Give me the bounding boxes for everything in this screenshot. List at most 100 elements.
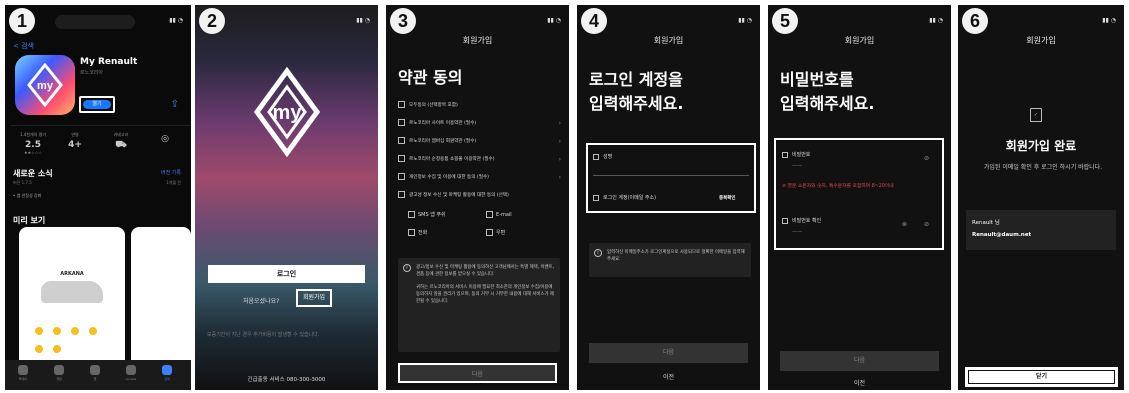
info-text: 광고/정보 수신 및 마케팅 활용에 동의하신 고객님께서는 특별 혜택, 이벤… (416, 265, 555, 277)
prev-button[interactable]: 이전 (768, 378, 951, 387)
eye-off-icon[interactable]: ⊘ (924, 155, 929, 162)
email-info-box: i 입력하신 이메일주소가 로그인계정으로 사용되므로 정확한 이메일을 입력해… (589, 243, 751, 277)
tab-today[interactable]: 투데이 (11, 365, 35, 381)
svg-text:my: my (273, 102, 303, 124)
news-date: 1개월 전 (166, 180, 181, 185)
open-label: 열기 (83, 100, 111, 109)
warranty-notice: 보증기간이 지난 경우 추가비용이 발생할 수 있습니다. (207, 332, 320, 338)
menu-dot (35, 345, 43, 353)
checkbox-all[interactable]: 모두동의 (선택항목 포함) (398, 101, 561, 113)
share-icon[interactable]: ⇪ (171, 99, 179, 110)
password-field[interactable]: 비밀번호 (782, 151, 810, 158)
svg-text:my: my (37, 80, 54, 92)
info-text: 입력하신 이메일주소가 로그인계정으로 사용되므로 정확한 이메일을 입력해주세… (607, 250, 745, 262)
page-heading: 입력해주세요. (780, 94, 875, 113)
checkbox-shop-terms[interactable]: 르노코리아 순정용품 쇼핑몰 이용약관 (필수) › (398, 155, 561, 167)
preview-screenshot[interactable] (131, 227, 191, 373)
info-icon: i (403, 264, 411, 272)
screen-title: 회원가입 (1026, 36, 1056, 45)
page-heading: 입력해주세요. (589, 94, 684, 113)
tab-games[interactable]: 게임 (47, 365, 71, 381)
stat-developer: ◎ (161, 134, 169, 144)
screen-title: 회원가입 (653, 36, 684, 45)
next-button[interactable]: 다음 (780, 351, 939, 371)
person-icon (593, 153, 599, 160)
stat-category: 카테고리 ⛟ (113, 132, 129, 150)
email-field[interactable]: 로그인 계정(이메일 주소) (593, 194, 656, 201)
tab-bar: 투데이 게임 앱 Arcade 검색 (5, 360, 191, 390)
news-version: 버전 1.7.5 (13, 180, 32, 185)
password-screen: 5 ▮▮ ◔ 회원가입 비밀번호를 입력해주세요. 비밀번호 —— ⊘ ⊘ 영문… (768, 5, 951, 390)
checkbox-mail[interactable]: 우편 (486, 229, 505, 236)
page-heading: 약관 동의 (398, 68, 463, 87)
app-icon: my (15, 55, 75, 115)
status-bar: ▮▮ ◔ (738, 17, 752, 24)
login-button[interactable]: 로그인 (208, 265, 365, 283)
stat-rating: 1.4천개의 평가 2.5 ★★☆☆☆ (19, 132, 47, 155)
lock-icon (782, 217, 788, 224)
car-image (41, 281, 103, 303)
terms-screen: 3 ▮▮ ◔ 회원가입 약관 동의 모두동의 (선택항목 포함) 르노코리아 사… (386, 5, 569, 390)
password-error: ⊘ 영문 소문자와 숫자, 특수문자를 포함하여 8~20이내 (782, 184, 894, 189)
status-bar: ▮▮ ◔ (547, 17, 561, 24)
back-link[interactable]: < 검색 (13, 41, 34, 51)
checkbox-site-terms[interactable]: 르노코리아 사이트 이용약관 (필수) › (398, 119, 561, 131)
prev-button[interactable]: 이전 (577, 372, 760, 381)
close-button[interactable]: 닫기 (965, 367, 1118, 387)
first-visit-text: 처음오셨나요? (243, 298, 280, 305)
password-confirm-field[interactable]: 비밀번호 확인 (782, 217, 821, 224)
status-bar: ▮▮ ◔ (929, 17, 943, 24)
status-bar: ▮▮ ◔ (169, 17, 183, 24)
page-heading: 로그인 계정을 (589, 70, 683, 89)
checkbox-phone[interactable]: 전화 (408, 229, 427, 236)
tab-search[interactable]: 검색 (155, 365, 179, 381)
password-confirm-value: —— (792, 229, 802, 235)
version-history-link[interactable]: 버전 기록 (161, 169, 181, 176)
menu-dot (71, 327, 79, 335)
checkbox-membership-terms[interactable]: 르노코리아 멤버십 회원약관 (필수) › (398, 137, 561, 149)
news-desc: • 앱 안정성 강화 (13, 193, 42, 198)
menu-dot (53, 345, 61, 353)
tab-apps[interactable]: 앱 (83, 365, 107, 381)
news-title: 새로운 소식 (13, 169, 53, 178)
next-button[interactable]: 다음 (398, 363, 557, 383)
step-badge: 6 (962, 8, 988, 34)
checkbox-privacy[interactable]: 개인정보 수집 및 이용에 대한 동의 (필수) › (398, 173, 561, 185)
open-button[interactable]: 열기 (79, 96, 115, 113)
checkbox-sms[interactable]: SMS 앱 푸쉬 (408, 211, 446, 218)
app-store-screen: 1 ▮▮ ◔ < 검색 my My Renault 르노코리아 열기 ⇪ 1.4… (5, 5, 191, 390)
app-developer: 르노코리아 (80, 70, 104, 76)
clear-icon[interactable]: ⊗ (902, 221, 907, 228)
renault-logo-icon: my (27, 63, 63, 107)
signup-button[interactable]: 회원가입 (296, 289, 332, 307)
next-button[interactable]: 다음 (589, 343, 748, 363)
step-badge: 3 (390, 8, 416, 34)
dynamic-island (55, 15, 135, 29)
marketing-info-box: i 광고/정보 수신 및 마케팅 활용에 동의하신 고객님께서는 특별 혜택, … (398, 258, 560, 352)
app-name: My Renault (80, 57, 138, 67)
step-badge: 5 (772, 8, 798, 34)
preview-title: 미리 보기 (13, 216, 46, 225)
info-icon: i (594, 249, 602, 257)
screen-title: 회원가입 (844, 36, 875, 45)
mail-icon (593, 194, 599, 201)
divider (593, 175, 749, 176)
user-card: Renault 님 Renault@daum.net (966, 210, 1116, 250)
splash-screen: 2 ▮▮ ◔ my 로그인 처음오셨나요? 회원가입 보증기간이 지난 경우 추… (195, 5, 378, 390)
emergency-service[interactable]: 긴급출동 서비스 080-300-3000 (195, 375, 378, 383)
preview-screenshot[interactable]: ARKANA (19, 227, 125, 373)
password-value: —— (792, 163, 802, 169)
duplicate-check-button[interactable]: 중복확인 (719, 195, 736, 201)
menu-dot (53, 327, 61, 335)
stats-row: 1.4천개의 평가 2.5 ★★☆☆☆ 연령 4+ 카테고리 ⛟ ◎ (11, 125, 191, 159)
checkbox-marketing[interactable]: 광고성 정보 수신 및 마케팅 활용에 대한 동의 (선택) (398, 191, 561, 203)
step-badge: 2 (199, 8, 225, 34)
account-screen: 4 ▮▮ ◔ 회원가입 로그인 계정을 입력해주세요. 성명 로그인 계정(이메… (577, 5, 760, 390)
checkbox-email[interactable]: E-mail (486, 211, 512, 218)
user-email: Renault@daum.net (972, 232, 1032, 238)
profile-check-icon: ✓ (1030, 108, 1042, 122)
tab-arcade[interactable]: Arcade (119, 365, 143, 381)
eye-off-icon[interactable]: ⊘ (924, 221, 929, 228)
menu-dot (35, 327, 43, 335)
name-field[interactable]: 성명 (593, 153, 612, 160)
